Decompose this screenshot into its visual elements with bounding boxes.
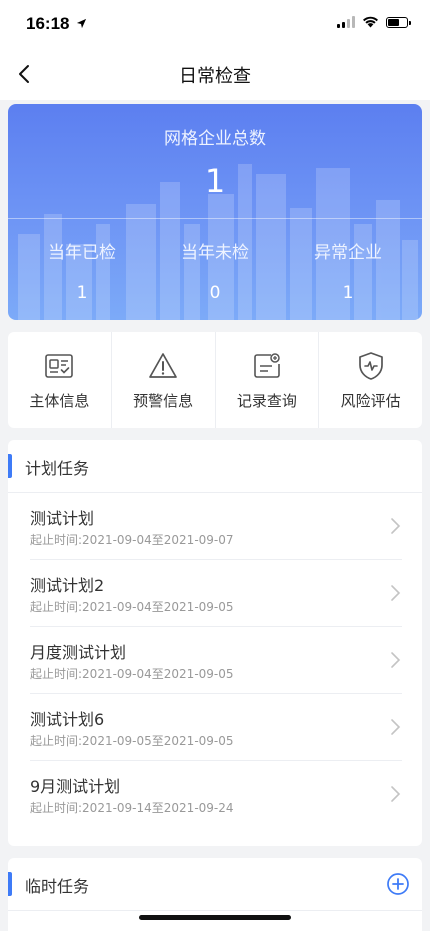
- stat-uninspected[interactable]: 当年未检 0: [175, 238, 255, 303]
- plan-task-list: 测试计划 起止时间:2021-09-04至2021-09-07 测试计划2 起止…: [8, 493, 422, 827]
- task-name: 测试计划6: [30, 710, 105, 729]
- menu-label: 主体信息: [29, 391, 90, 410]
- wifi-icon: [363, 16, 378, 28]
- plus-circle-icon[interactable]: [386, 872, 410, 896]
- temp-tasks-card: 临时任务: [8, 858, 422, 931]
- task-name: 测试计划: [30, 509, 95, 528]
- section-title: 临时任务: [25, 877, 90, 896]
- stat-abnormal[interactable]: 异常企业 1: [308, 238, 388, 303]
- stat-value: 0: [209, 283, 221, 303]
- stat-label: 异常企业: [314, 243, 382, 263]
- page-title: 日常检查: [179, 66, 251, 87]
- task-time-range: 起止时间:2021-09-04至2021-09-05: [30, 667, 234, 681]
- location-arrow-icon: [77, 18, 87, 29]
- enterprise-total-count: 1: [204, 162, 226, 200]
- home-indicator[interactable]: [139, 915, 291, 920]
- task-time-range: 起止时间:2021-09-04至2021-09-05: [30, 600, 234, 614]
- chevron-right-icon: [391, 719, 401, 735]
- section-accent-bar: [8, 454, 12, 478]
- menu-warning-info[interactable]: 预警信息: [112, 332, 216, 428]
- stat-label: 当年已检: [48, 243, 116, 263]
- task-name: 测试计划2: [30, 576, 105, 595]
- task-time-range: 起止时间:2021-09-14至2021-09-24: [30, 801, 234, 815]
- warning-triangle-icon: [149, 352, 177, 378]
- menu-label: 预警信息: [133, 391, 194, 410]
- menu-risk-assessment[interactable]: 风险评估: [319, 332, 422, 428]
- plan-task-item[interactable]: 9月测试计划 起止时间:2021-09-14至2021-09-24: [30, 761, 402, 827]
- task-name: 月度测试计划: [30, 643, 127, 662]
- chevron-right-icon: [391, 786, 401, 802]
- stat-inspected[interactable]: 当年已检 1: [42, 238, 122, 303]
- plan-task-item[interactable]: 测试计划2 起止时间:2021-09-04至2021-09-05: [30, 560, 402, 627]
- banner-divider: [8, 218, 422, 219]
- chevron-right-icon: [391, 585, 401, 601]
- battery-icon: [386, 16, 411, 28]
- banner-stats: 当年已检 1 当年未检 0 异常企业 1: [8, 238, 422, 303]
- stat-value: 1: [76, 283, 88, 303]
- signal-icon: [337, 16, 355, 28]
- task-name: 9月测试计划: [30, 777, 121, 796]
- menu-label: 记录查询: [236, 391, 297, 410]
- shield-icon: [358, 351, 383, 380]
- temp-tasks-header: 临时任务: [8, 858, 422, 911]
- plan-task-item[interactable]: 月度测试计划 起止时间:2021-09-04至2021-09-05: [30, 627, 402, 694]
- nav-bar: 日常检查: [0, 48, 430, 100]
- banner-title: 网格企业总数: [164, 129, 266, 149]
- chevron-right-icon: [391, 518, 401, 534]
- menu-record-query[interactable]: 记录查询: [216, 332, 320, 428]
- plan-tasks-card: 计划任务 测试计划 起止时间:2021-09-04至2021-09-07 测试计…: [8, 440, 422, 846]
- menu-entity-info[interactable]: 主体信息: [8, 332, 112, 428]
- status-bar: 16:18: [0, 0, 430, 48]
- record-search-icon: [254, 352, 280, 378]
- plan-task-item[interactable]: 测试计划 起止时间:2021-09-04至2021-09-07: [30, 493, 402, 560]
- plan-task-item[interactable]: 测试计划6 起止时间:2021-09-05至2021-09-05: [30, 694, 402, 761]
- quick-menu: 主体信息 预警信息 记录查询 风险评估: [8, 332, 422, 428]
- task-time-range: 起止时间:2021-09-05至2021-09-05: [30, 734, 234, 748]
- status-time-text: 16:18: [26, 14, 70, 33]
- id-card-icon: [45, 353, 74, 378]
- enterprise-summary-banner: 网格企业总数 1 当年已检 1 当年未检 0 异常企业 1: [8, 104, 422, 320]
- stat-label: 当年未检: [181, 243, 249, 263]
- chevron-right-icon: [391, 652, 401, 668]
- menu-label: 风险评估: [340, 391, 401, 410]
- section-title: 计划任务: [25, 459, 90, 478]
- section-accent-bar: [8, 872, 12, 896]
- stat-value: 1: [342, 283, 354, 303]
- plan-tasks-header: 计划任务: [8, 440, 422, 493]
- status-time: 16:18: [26, 14, 87, 34]
- status-icons: [337, 16, 411, 28]
- task-time-range: 起止时间:2021-09-04至2021-09-07: [30, 533, 234, 547]
